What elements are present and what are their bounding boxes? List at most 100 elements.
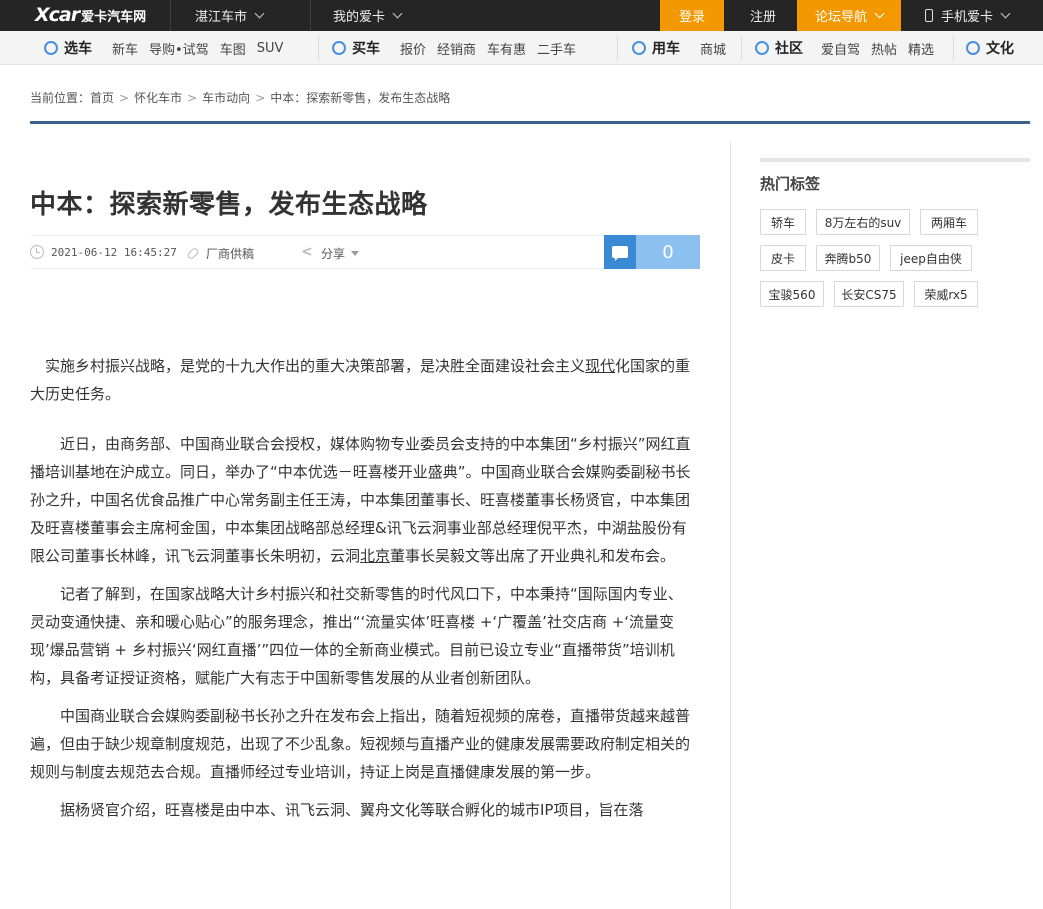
hot-tag[interactable]: jeep自由侠 <box>890 245 972 271</box>
paragraph-text: 记者了解到，在国家战略大计乡村振兴和社交新零售的时代风口下，中本秉持“国际国内专… <box>30 585 683 687</box>
nav-link[interactable]: 精选 <box>908 39 934 58</box>
sidebar-rule <box>760 158 1030 162</box>
share-icon <box>301 244 313 260</box>
yuan-icon <box>332 41 346 55</box>
hot-tag[interactable]: 轿车 <box>760 209 806 235</box>
hot-tags-title: 热门标签 <box>760 175 821 193</box>
article-paragraph: 中国商业联合会媒购委副秘书长孙之升在发布会上指出，随着短视频的席卷，直播带货越来… <box>30 702 693 786</box>
nav-divider <box>741 35 742 61</box>
nav-group-buy: 买车 报价 经销商 车有惠 二手车 <box>332 31 587 65</box>
article-paragraph: 据杨贤官介绍，旺喜楼是由中本、讯飞云洞、翼舟文化等联合孵化的城市IP项目，旨在落 <box>30 796 693 824</box>
hot-tag[interactable]: 奔腾b50 <box>816 245 880 271</box>
forum-nav-label: 论坛导航 <box>814 10 867 25</box>
my-xcar-label: 我的爱卡 <box>333 10 386 25</box>
site-logo[interactable]: Xcar 爱卡汽车网 <box>35 4 146 26</box>
login-label: 登录 <box>678 10 705 25</box>
nav-category-use[interactable]: 用车 <box>632 38 680 58</box>
chevron-down-icon <box>392 8 403 19</box>
nav-group-use: 用车 商城 <box>632 31 737 65</box>
nav-divider <box>318 35 319 61</box>
nav-category-select[interactable]: 选车 <box>44 38 92 58</box>
main-nav: 选车 新车 导购•试驾 车图 SUV 买车 报价 经销商 车有惠 二手车 用车 … <box>0 31 1043 65</box>
nav-category-community[interactable]: 社区 <box>755 38 803 58</box>
chevron-down-icon <box>254 8 265 19</box>
hot-tag[interactable]: 荣威rx5 <box>914 281 978 307</box>
breadcrumb-separator-icon: > <box>187 90 198 105</box>
nav-divider <box>617 35 618 61</box>
article-source: 厂商供稿 <box>186 245 255 262</box>
city-selector[interactable]: 湛江车市 <box>195 0 265 31</box>
hot-tag[interactable]: 8万左右的suv <box>816 209 910 235</box>
nav-link[interactable]: 导购•试驾 <box>149 39 209 58</box>
article-meta: 2021-06-12 16:45:27 厂商供稿 分享 <box>30 235 700 269</box>
breadcrumb-current: 中本：探索新零售，发布生态战略 <box>270 91 451 105</box>
phone-icon <box>925 9 933 22</box>
forum-nav-button[interactable]: 论坛导航 <box>797 0 901 31</box>
article-title: 中本：探索新零售，发布生态战略 <box>30 190 428 220</box>
share-button[interactable]: 分享 <box>301 244 360 262</box>
nav-link[interactable]: 经销商 <box>437 39 476 58</box>
chevron-down-icon <box>1000 8 1011 19</box>
keyword-link[interactable]: 现代 <box>585 357 615 375</box>
login-button[interactable]: 登录 <box>660 0 724 31</box>
topbar-divider <box>310 0 311 31</box>
breadcrumb-section[interactable]: 车市动向 <box>202 89 250 106</box>
nav-group-community: 社区 爱自驾 热帖 精选 <box>755 31 945 65</box>
breadcrumb-city[interactable]: 怀化车市 <box>134 89 182 106</box>
nav-group-culture: 文化 <box>966 31 1026 65</box>
nav-category-label: 选车 <box>64 41 92 57</box>
paragraph-text: 据杨贤官介绍，旺喜楼是由中本、讯飞云洞、翼舟文化等联合孵化的城市IP项目，旨在落 <box>60 801 644 819</box>
chevron-down-icon <box>874 8 885 19</box>
breadcrumb-prefix: 当前位置： <box>30 91 91 105</box>
breadcrumb-home[interactable]: 首页 <box>90 89 114 106</box>
city-label: 湛江车市 <box>195 10 248 25</box>
clock-icon <box>30 245 44 259</box>
nav-category-label: 社区 <box>775 41 803 57</box>
column-divider <box>730 142 731 909</box>
nav-link[interactable]: 二手车 <box>537 39 576 58</box>
hot-tag[interactable]: 宝骏560 <box>760 281 824 307</box>
nav-link[interactable]: 爱自驾 <box>821 39 860 58</box>
nav-divider <box>953 35 954 61</box>
article-source-text: 厂商供稿 <box>206 247 255 261</box>
mobile-label: 手机爱卡 <box>941 10 994 25</box>
publish-time: 2021-06-12 16:45:27 <box>30 245 177 259</box>
nav-category-label: 用车 <box>652 41 680 57</box>
culture-icon <box>966 41 980 55</box>
keyword-link[interactable]: 北京 <box>360 547 390 565</box>
nav-link[interactable]: 热帖 <box>871 39 897 58</box>
hot-tag[interactable]: 皮卡 <box>760 245 806 271</box>
hot-tag[interactable]: 两厢车 <box>920 209 978 235</box>
topbar-divider <box>170 0 171 31</box>
paragraph-text: 近日，由商务部、中国商业联合会授权，媒体购物专业委员会支持的中本集团“乡村振兴”… <box>30 435 691 565</box>
comment-icon <box>604 235 636 269</box>
nav-category-buy[interactable]: 买车 <box>332 38 380 58</box>
mobile-xcar-menu[interactable]: 手机爱卡 <box>925 0 1011 31</box>
nav-group-select: 选车 新车 导购•试驾 车图 SUV <box>44 31 294 65</box>
article-paragraph: 近日，由商务部、中国商业联合会授权，媒体购物专业委员会支持的中本集团“乡村振兴”… <box>30 430 693 570</box>
chevron-down-icon <box>351 251 360 256</box>
paragraph-text: 中国商业联合会媒购委副秘书长孙之升在发布会上指出，随着短视频的席卷，直播带货越来… <box>30 707 691 781</box>
register-button[interactable]: 注册 <box>750 0 776 31</box>
nav-link[interactable]: 报价 <box>400 39 426 58</box>
nav-link[interactable]: 商城 <box>700 39 726 58</box>
breadcrumb: 当前位置： 首页 > 怀化车市 > 车市动向 > 中本：探索新零售，发布生态战略 <box>30 89 450 106</box>
register-label: 注册 <box>750 10 777 25</box>
nav-link[interactable]: 车有惠 <box>487 39 526 58</box>
nav-link[interactable]: SUV <box>257 41 284 56</box>
nav-category-culture[interactable]: 文化 <box>966 38 1014 58</box>
comment-count-button[interactable]: 0 <box>604 235 700 269</box>
share-label: 分享 <box>321 247 346 261</box>
comment-count: 0 <box>636 235 700 269</box>
hot-tag[interactable]: 长安CS75 <box>834 281 904 307</box>
nav-category-label: 买车 <box>352 41 380 57</box>
article-paragraph: 实施乡村振兴战略，是党的十九大作出的重大决策部署，是决胜全面建设社会主义现代化国… <box>30 352 693 408</box>
top-bar: Xcar 爱卡汽车网 湛江车市 我的爱卡 登录 注册 论坛导航 手机爱卡 <box>0 0 1043 31</box>
breadcrumb-separator-icon: > <box>119 90 130 105</box>
logo-cn: 爱卡汽车网 <box>81 9 147 25</box>
wrench-icon <box>632 41 646 55</box>
nav-link[interactable]: 新车 <box>112 39 138 58</box>
logo-latin: Xcar <box>35 4 80 26</box>
nav-link[interactable]: 车图 <box>220 39 246 58</box>
my-xcar-menu[interactable]: 我的爱卡 <box>333 0 403 31</box>
